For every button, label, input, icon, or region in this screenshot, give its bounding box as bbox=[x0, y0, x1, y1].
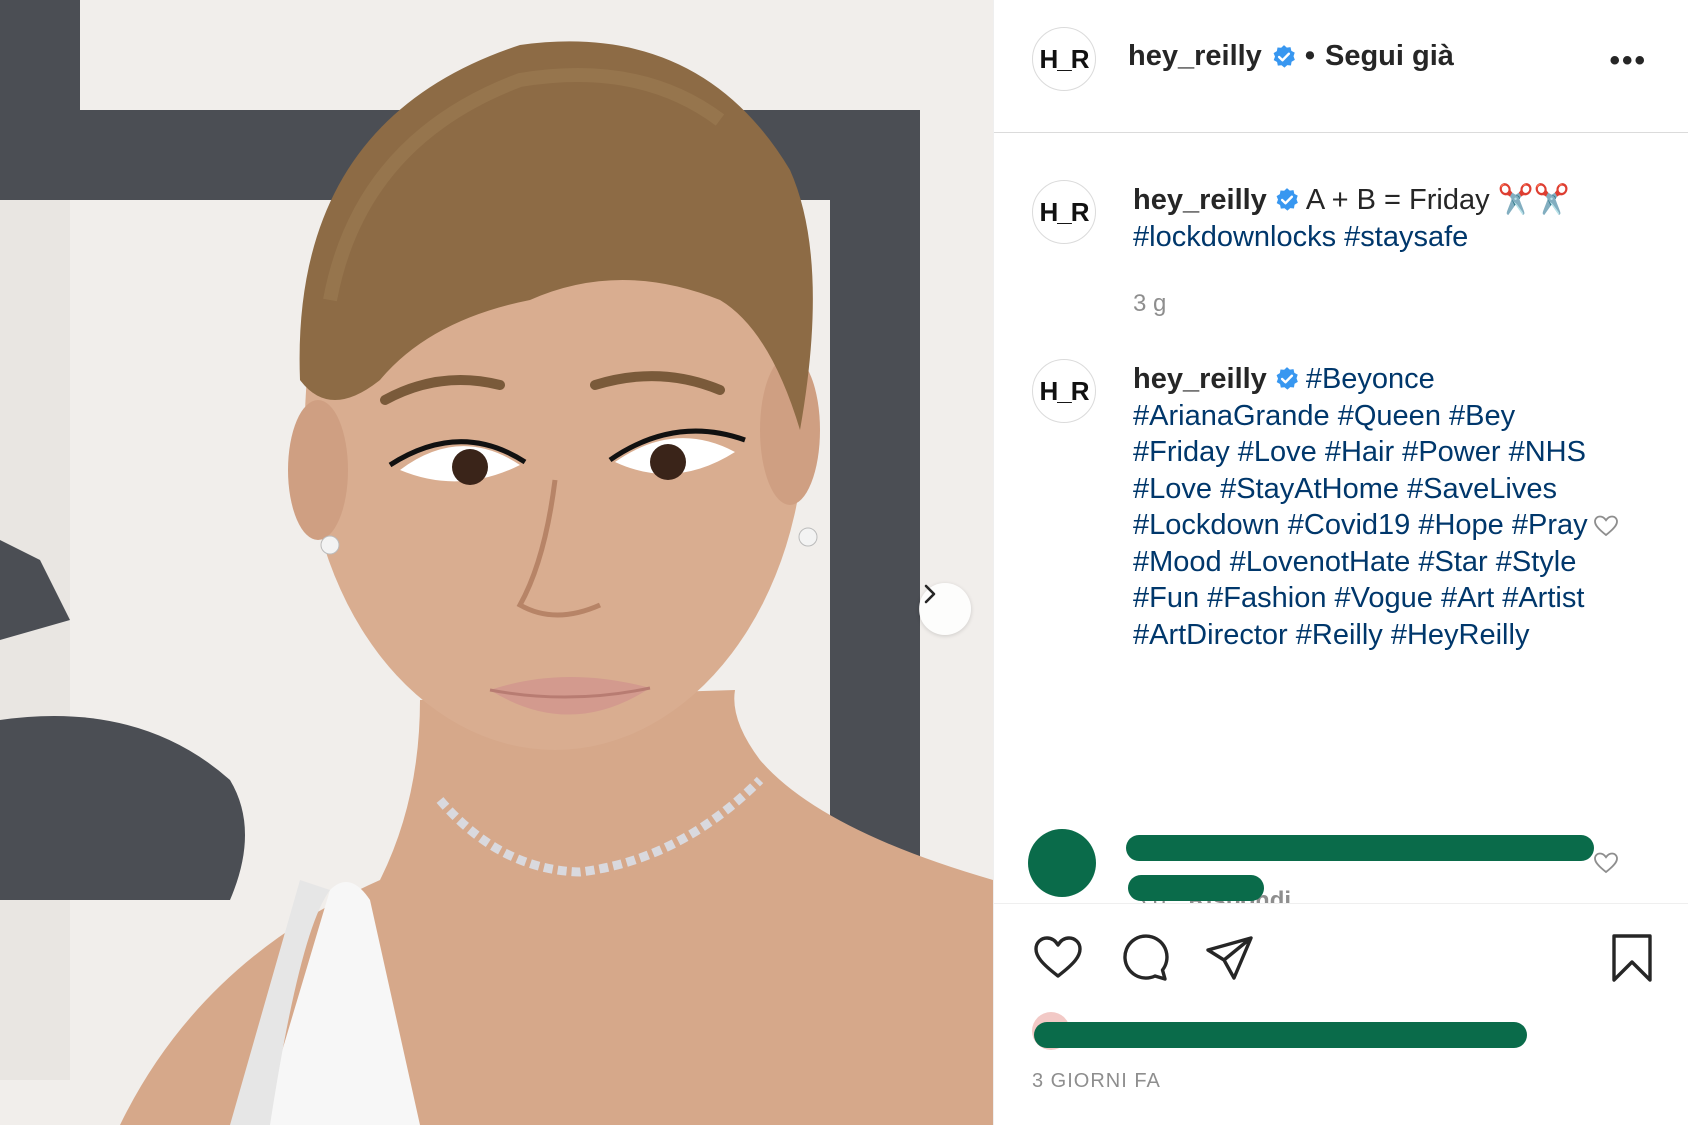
post-header: H_R hey_reilly • Segui già ••• bbox=[994, 0, 1688, 133]
post-timestamp[interactable]: 3 GIORNI FA bbox=[1032, 1070, 1161, 1093]
comments-list: H_R hey_reilly A + B = Friday ✂️✂️ #lockd… bbox=[994, 133, 1688, 903]
verified-badge-icon bbox=[1276, 367, 1298, 390]
comment-meta: 3 g bbox=[1133, 290, 1166, 318]
post-photo bbox=[0, 0, 993, 1125]
redacted-text bbox=[1126, 835, 1594, 861]
comment-text-block: hey_reilly A + B = Friday ✂️✂️ #lockdownl… bbox=[1133, 182, 1593, 255]
next-image-button[interactable] bbox=[919, 583, 971, 635]
comment-hashtags[interactable]: #Beyonce #ArianaGrande #Queen #Bey #Frid… bbox=[1133, 363, 1588, 651]
comment-username[interactable]: hey_reilly bbox=[1133, 363, 1267, 395]
comment-avatar[interactable]: H_R bbox=[1032, 180, 1096, 244]
follow-status-button[interactable]: Segui già bbox=[1325, 40, 1454, 73]
heart-icon[interactable] bbox=[1032, 932, 1084, 984]
like-comment-heart-icon[interactable] bbox=[1593, 851, 1619, 875]
comment-text-block: hey_reilly #Beyonce #ArianaGrande #Queen … bbox=[1133, 361, 1593, 653]
separator-dot: • bbox=[1304, 40, 1315, 72]
redacted-avatar bbox=[1028, 829, 1096, 897]
comment-icon[interactable] bbox=[1118, 932, 1170, 984]
verified-badge-icon bbox=[1276, 188, 1298, 211]
redacted-text bbox=[1128, 875, 1264, 901]
bookmark-icon[interactable] bbox=[1606, 932, 1658, 984]
more-options-icon[interactable]: ••• bbox=[1609, 44, 1647, 78]
comment-hashtags[interactable]: #lockdownlocks #staysafe bbox=[1133, 221, 1468, 253]
post-image bbox=[0, 0, 993, 1125]
comment-text: A + B = Friday ✂️✂️ bbox=[1305, 184, 1570, 216]
comment-username[interactable]: hey_reilly bbox=[1133, 184, 1267, 216]
share-icon[interactable] bbox=[1204, 932, 1256, 984]
redacted-likes-text bbox=[1034, 1022, 1527, 1048]
comment-avatar[interactable]: H_R bbox=[1032, 359, 1096, 423]
author-avatar[interactable]: H_R bbox=[1032, 27, 1096, 91]
author-line: hey_reilly • Segui già bbox=[1128, 40, 1454, 73]
like-comment-heart-icon[interactable] bbox=[1593, 514, 1619, 538]
comment-time[interactable]: 3 g bbox=[1133, 290, 1166, 317]
post-actions: 3 GIORNI FA bbox=[994, 903, 1688, 1125]
author-username[interactable]: hey_reilly bbox=[1128, 40, 1262, 73]
post-side-panel: H_R hey_reilly • Segui già ••• H_R hey_r… bbox=[993, 0, 1688, 1125]
chevron-right-icon bbox=[924, 584, 936, 604]
verified-badge-icon bbox=[1273, 44, 1295, 68]
